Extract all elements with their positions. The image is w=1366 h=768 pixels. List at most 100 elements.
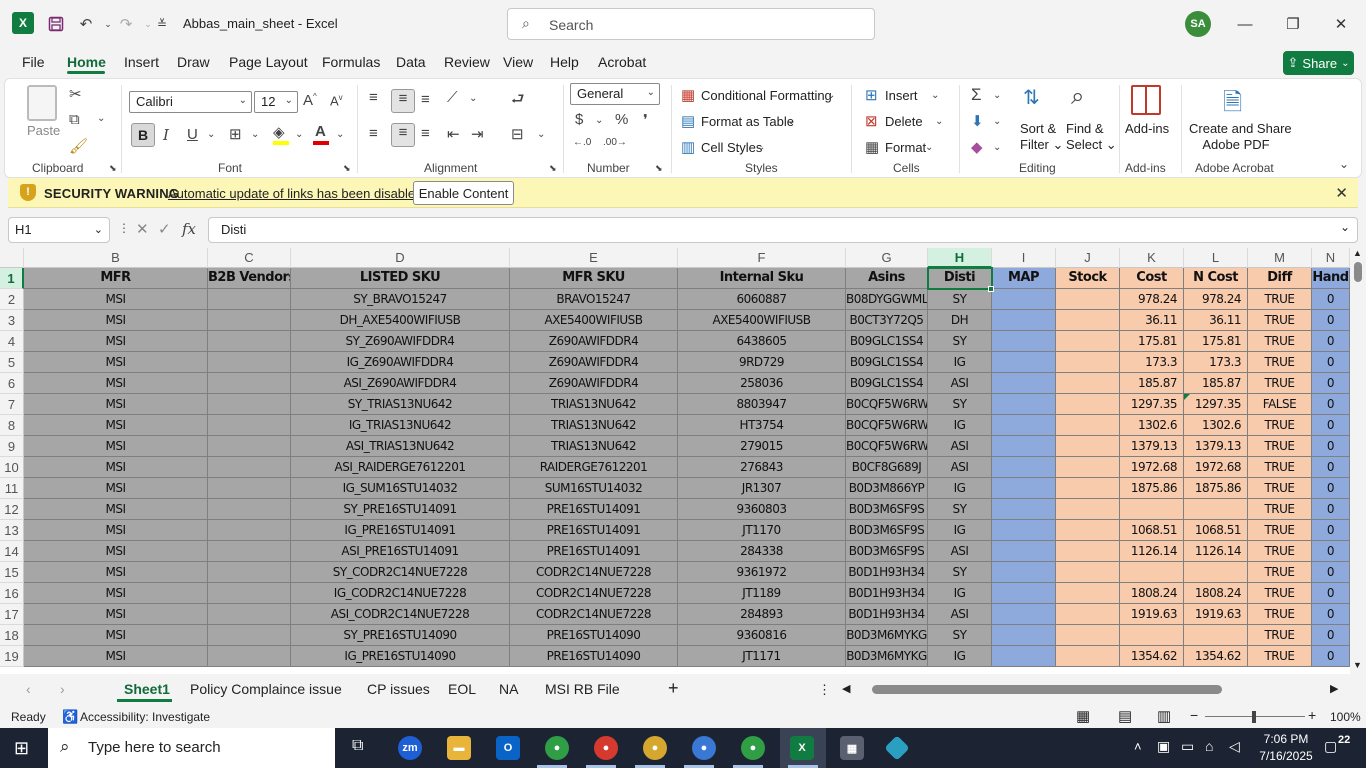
page-break-view-icon[interactable]: ▥ xyxy=(1157,707,1171,725)
table-cell[interactable]: ASI_Z690AWIFDDR4 xyxy=(291,373,510,394)
expand-formula-icon[interactable]: ⌄ xyxy=(1340,220,1350,234)
chrome-icon[interactable]: ● xyxy=(545,736,569,760)
row-header[interactable]: 9 xyxy=(0,436,24,457)
table-cell[interactable]: TRUE xyxy=(1248,499,1312,520)
table-cell[interactable]: RAIDERGE7612201 xyxy=(510,457,678,478)
table-cell[interactable]: 978.24 xyxy=(1120,289,1184,310)
wrap-text-icon[interactable]: ⮐ xyxy=(511,89,525,114)
scroll-down-icon[interactable]: ▼ xyxy=(1353,660,1362,670)
table-cell[interactable]: IG_TRIAS13NU642 xyxy=(291,415,510,436)
number-format-select[interactable]: General ⌄ xyxy=(570,83,660,105)
minimize-icon[interactable]: — xyxy=(1222,8,1268,40)
table-cell[interactable]: B0CQF5W6RW xyxy=(846,415,928,436)
table-cell[interactable]: TRUE xyxy=(1248,541,1312,562)
table-cell[interactable]: B0CF8G689J xyxy=(846,457,928,478)
table-cell[interactable]: 0 xyxy=(1312,646,1350,667)
table-cell[interactable]: 1919.63 xyxy=(1120,604,1184,625)
table-cell[interactable]: ASI xyxy=(928,436,992,457)
table-cell[interactable]: 1068.51 xyxy=(1120,520,1184,541)
sheet-tab-msi-rb-file[interactable]: MSI RB File xyxy=(545,681,620,697)
network-icon[interactable]: ⌂ xyxy=(1205,738,1213,754)
table-cell[interactable] xyxy=(1056,646,1120,667)
table-cell[interactable]: IG_PRE16STU14090 xyxy=(291,646,510,667)
table-cell[interactable]: 1379.13 xyxy=(1120,436,1184,457)
table-cell[interactable] xyxy=(992,289,1056,310)
tab-insert[interactable]: Insert xyxy=(124,54,159,70)
table-cell[interactable]: CODR2C14NUE7228 xyxy=(510,562,678,583)
tab-formulas[interactable]: Formulas xyxy=(322,54,380,70)
table-cell[interactable] xyxy=(1056,289,1120,310)
table-cell[interactable]: IG xyxy=(928,646,992,667)
meet-icon[interactable]: ▣ xyxy=(1157,738,1170,755)
table-cell[interactable]: 1808.24 xyxy=(1120,583,1184,604)
orientation-icon[interactable]: ⟋ xyxy=(447,89,458,106)
table-cell[interactable] xyxy=(208,562,291,583)
table-cell[interactable]: 1875.86 xyxy=(1184,478,1248,499)
table-cell[interactable]: B09GLC1SS4 xyxy=(846,352,928,373)
table-cell[interactable]: SY_BRAVO15247 xyxy=(291,289,510,310)
table-cell[interactable] xyxy=(208,436,291,457)
row-header[interactable]: 16 xyxy=(0,583,24,604)
column-header-h[interactable]: H xyxy=(928,248,992,268)
table-cell[interactable] xyxy=(992,604,1056,625)
table-cell[interactable]: BRAVO15247 xyxy=(510,289,678,310)
scroll-right-icon[interactable]: ▶ xyxy=(1330,682,1338,695)
table-cell[interactable] xyxy=(208,478,291,499)
tab-acrobat[interactable]: Acrobat xyxy=(598,54,646,70)
header-cell[interactable]: Disti xyxy=(928,268,992,289)
chevron-down-icon[interactable]: ⌄ xyxy=(469,93,477,104)
table-cell[interactable] xyxy=(208,352,291,373)
table-cell[interactable] xyxy=(992,562,1056,583)
table-cell[interactable] xyxy=(1056,625,1120,646)
table-cell[interactable]: 0 xyxy=(1312,352,1350,373)
table-cell[interactable]: IG_SUM16STU14032 xyxy=(291,478,510,499)
table-cell[interactable]: TRUE xyxy=(1248,604,1312,625)
tab-help[interactable]: Help xyxy=(550,54,579,70)
column-header-n[interactable]: N xyxy=(1312,248,1350,268)
dialog-launcher-icon[interactable]: ⬊ xyxy=(109,163,117,174)
table-cell[interactable] xyxy=(1120,562,1184,583)
table-cell[interactable]: 1972.68 xyxy=(1184,457,1248,478)
table-cell[interactable]: 175.81 xyxy=(1184,331,1248,352)
table-cell[interactable]: SY xyxy=(928,625,992,646)
dialog-launcher-icon[interactable]: ⬊ xyxy=(343,163,351,174)
table-cell[interactable] xyxy=(992,478,1056,499)
table-cell[interactable]: TRUE xyxy=(1248,625,1312,646)
row-header[interactable]: 15 xyxy=(0,562,24,583)
tab-review[interactable]: Review xyxy=(444,54,490,70)
security-warning-message[interactable]: Automatic update of links has been disab… xyxy=(168,186,422,201)
table-cell[interactable]: TRUE xyxy=(1248,562,1312,583)
row-header[interactable]: 6 xyxy=(0,373,24,394)
tab-view[interactable]: View xyxy=(503,54,533,70)
table-cell[interactable]: IG xyxy=(928,583,992,604)
table-cell[interactable] xyxy=(1056,457,1120,478)
table-cell[interactable] xyxy=(1056,562,1120,583)
table-cell[interactable]: B09GLC1SS4 xyxy=(846,331,928,352)
table-cell[interactable]: 1068.51 xyxy=(1184,520,1248,541)
table-cell[interactable] xyxy=(208,625,291,646)
table-cell[interactable] xyxy=(992,520,1056,541)
table-cell[interactable] xyxy=(208,604,291,625)
add-sheet-icon[interactable]: + xyxy=(668,678,679,699)
restore-icon[interactable]: ❐ xyxy=(1270,8,1316,40)
fill-handle[interactable] xyxy=(988,286,994,292)
table-cell[interactable]: TRUE xyxy=(1248,331,1312,352)
dialog-launcher-icon[interactable]: ⬊ xyxy=(549,163,557,174)
table-cell[interactable]: TRUE xyxy=(1248,457,1312,478)
table-cell[interactable]: B0D1H93H34 xyxy=(846,562,928,583)
table-cell[interactable]: SY xyxy=(928,289,992,310)
table-cell[interactable]: MSI xyxy=(24,394,208,415)
table-cell[interactable] xyxy=(1056,499,1120,520)
currency-icon[interactable]: $ xyxy=(575,111,583,128)
table-cell[interactable]: TRIAS13NU642 xyxy=(510,436,678,457)
table-cell[interactable]: MSI xyxy=(24,478,208,499)
table-cell[interactable] xyxy=(992,331,1056,352)
tab-file[interactable]: File xyxy=(22,54,45,70)
chevron-down-icon[interactable]: ⌄ xyxy=(336,129,344,140)
table-cell[interactable]: SY xyxy=(928,394,992,415)
chevron-down-icon[interactable]: ⌄ xyxy=(993,142,1001,153)
table-cell[interactable]: SY xyxy=(928,331,992,352)
column-header-f[interactable]: F xyxy=(678,248,846,268)
table-cell[interactable] xyxy=(1056,352,1120,373)
table-cell[interactable] xyxy=(1056,373,1120,394)
